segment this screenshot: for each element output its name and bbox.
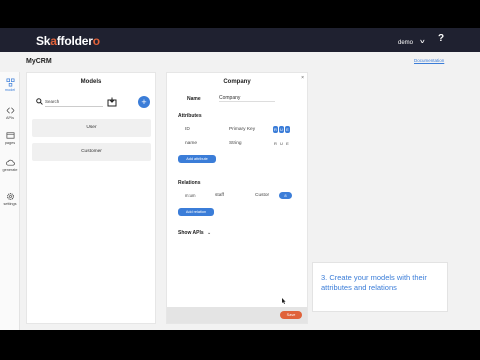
show-apis-toggle[interactable]: Show APIs ⌄ xyxy=(178,230,211,236)
add-relation-button[interactable]: Add relation xyxy=(178,208,214,216)
logo-tail: o xyxy=(92,34,100,48)
sidebar-item-label: APIs xyxy=(5,116,15,120)
user-menu[interactable]: demo ∨ xyxy=(398,36,426,47)
user-name: demo xyxy=(398,40,414,46)
attribute-flag-e[interactable]: E xyxy=(285,140,290,147)
attribute-flag-u[interactable]: U xyxy=(279,126,284,133)
add-model-button[interactable]: + xyxy=(138,96,150,108)
sidebar-item-generate[interactable]: generate xyxy=(0,158,20,172)
model-editor-title: Company xyxy=(223,79,251,85)
mouse-cursor-icon xyxy=(282,298,286,304)
chevron-down-icon: ∨ xyxy=(419,38,426,45)
attributes-heading: Attributes xyxy=(178,113,202,119)
sidebar-item-model[interactable]: model xyxy=(0,78,20,92)
callout-text: 3. Create your models with their attribu… xyxy=(321,273,427,292)
attribute-type[interactable]: String xyxy=(229,141,242,146)
model-list-item[interactable]: Customer xyxy=(32,143,151,161)
editor-footer: Save xyxy=(167,307,307,323)
save-button[interactable]: Save xyxy=(280,311,302,319)
model-icon xyxy=(6,78,14,87)
documentation-link[interactable]: Documentation xyxy=(414,58,444,63)
relation-tag[interactable]: 8 xyxy=(279,192,292,199)
project-name: MyCRM xyxy=(26,58,52,65)
models-panel: Models + User Customer xyxy=(26,72,156,324)
model-editor-panel: Company × Name Attributes ID Primary Key… xyxy=(166,72,308,324)
models-title: Models xyxy=(80,79,102,85)
attribute-name[interactable]: ID xyxy=(185,127,190,132)
sidebar-item-settings[interactable]: settings xyxy=(0,192,20,206)
pages-icon xyxy=(6,132,14,139)
logo-text-start: Sk xyxy=(36,34,51,48)
show-apis-label: Show APIs xyxy=(178,230,204,236)
search-input[interactable] xyxy=(45,97,103,107)
relation-kind[interactable]: m:um xyxy=(185,193,195,198)
sidebar-item-label: generate xyxy=(2,168,18,172)
attribute-type[interactable]: Primary Key xyxy=(229,127,255,132)
import-icon[interactable] xyxy=(107,97,117,107)
app-area: MyCRM Documentation model APIs pages gen… xyxy=(0,52,480,330)
relation-name[interactable]: staff xyxy=(215,193,224,198)
model-list-item[interactable]: User xyxy=(32,119,151,137)
api-icon xyxy=(6,107,14,114)
sidebar-item-pages[interactable]: pages xyxy=(0,131,20,145)
attribute-flag-u[interactable]: U xyxy=(279,140,284,147)
gear-icon xyxy=(6,193,14,200)
attribute-name[interactable]: name xyxy=(185,141,197,146)
model-name-input[interactable] xyxy=(219,94,275,102)
add-attribute-button[interactable]: Add attribute xyxy=(178,155,216,163)
search-box xyxy=(35,97,105,107)
attribute-flag-r[interactable]: R xyxy=(273,140,278,147)
name-label: Name xyxy=(187,96,201,102)
relations-heading: Relations xyxy=(178,180,201,186)
attribute-flag-e[interactable]: E xyxy=(285,126,290,133)
top-bar: Skaffoldero demo ∨ ? xyxy=(0,28,480,52)
logo-text-end: ffolder xyxy=(56,34,93,48)
tutorial-callout: 3. Create your models with their attribu… xyxy=(312,262,448,312)
chevron-down-icon: ⌄ xyxy=(207,230,212,236)
search-icon xyxy=(36,98,43,105)
sidebar-item-label: pages xyxy=(4,141,16,145)
close-icon[interactable]: × xyxy=(301,75,304,81)
help-button[interactable]: ? xyxy=(438,33,444,44)
sidebar-item-label: settings xyxy=(3,202,17,206)
cloud-icon xyxy=(5,159,15,166)
relation-target[interactable]: Custor xyxy=(255,193,269,198)
sidebar: model APIs pages generate settings xyxy=(0,72,20,330)
sidebar-item-label: model xyxy=(4,88,16,92)
app-logo[interactable]: Skaffoldero xyxy=(36,34,100,48)
attribute-flag-r[interactable]: R xyxy=(273,126,278,133)
sidebar-item-apis[interactable]: APIs xyxy=(0,106,20,120)
